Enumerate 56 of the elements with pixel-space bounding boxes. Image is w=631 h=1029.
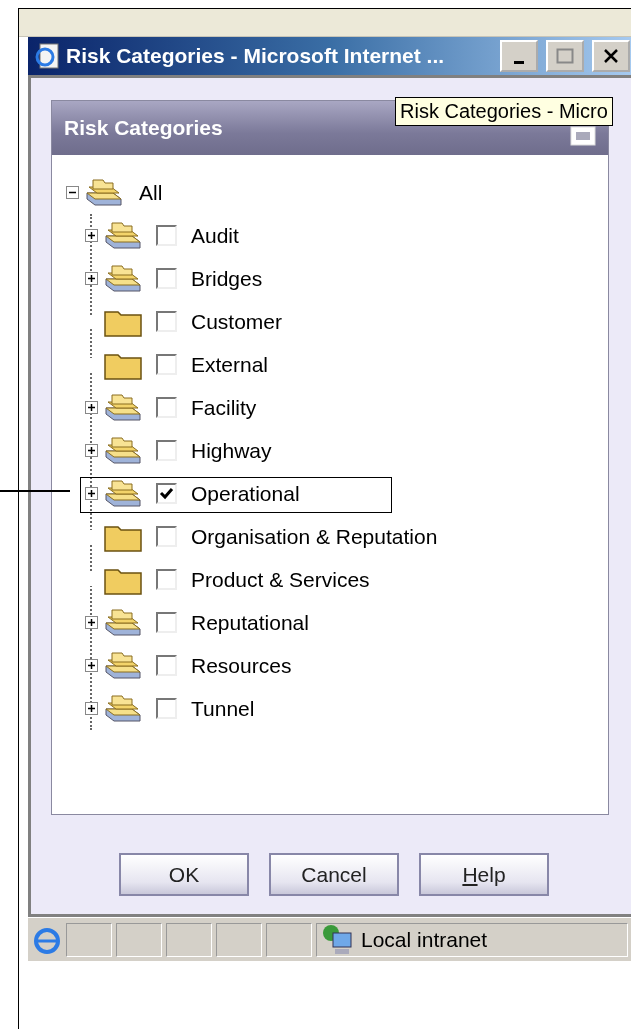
checkbox[interactable] [156,483,177,504]
checkbox[interactable] [156,569,177,590]
check-icon [159,487,174,500]
status-pane [66,922,112,957]
tree-item[interactable]: Bridges [191,266,263,291]
expand-icon[interactable] [85,444,98,457]
status-pane [266,922,312,957]
tree-item[interactable]: Reputational [191,610,309,635]
maximize-button[interactable] [546,40,584,72]
minimize-button[interactable] [500,40,538,72]
zone-label: Local intranet [361,927,488,952]
checkbox[interactable] [156,311,177,332]
tree-item[interactable]: Highway [191,438,272,463]
tree-item[interactable]: Product & Services [191,567,370,592]
minimize-icon [514,60,524,64]
status-pane [116,922,162,957]
tree-item[interactable]: Audit [191,223,239,248]
checkbox[interactable] [156,526,177,547]
expand-icon[interactable] [85,272,98,285]
expand-icon[interactable] [85,229,98,242]
tree-item[interactable]: Tunnel [191,696,255,721]
browser-icon [34,42,60,70]
tree-item[interactable]: Organisation & Reputation [191,524,438,549]
checkbox[interactable] [156,440,177,461]
panel-icon[interactable] [570,126,596,146]
tree-item[interactable]: Operational [191,481,300,506]
window-title: Risk Categories - Microsoft Internet ... [66,44,446,68]
close-button[interactable] [592,40,630,72]
dialog-button[interactable]: Help [419,853,549,896]
panel-title: Risk Categories [64,116,223,140]
expand-icon[interactable] [85,401,98,414]
checkbox[interactable] [156,397,177,418]
collapse-icon[interactable] [66,186,79,199]
dialog-button[interactable]: OK [119,853,249,896]
expand-icon[interactable] [85,616,98,629]
checkbox[interactable] [156,698,177,719]
tree-item[interactable]: All [139,180,163,205]
network-computer-icon [321,922,355,957]
tree-item[interactable]: Resources [191,653,292,678]
tooltip: Risk Categories - Micro [395,97,613,126]
expand-icon[interactable] [85,487,98,500]
dialog-button[interactable]: Cancel [269,853,399,896]
checkbox[interactable] [156,225,177,246]
checkbox[interactable] [156,612,177,633]
tree-item[interactable]: Customer [191,309,283,334]
checkbox[interactable] [156,268,177,289]
close-icon [603,48,619,64]
expand-icon[interactable] [85,659,98,672]
status-pane [216,922,262,957]
tree-item[interactable]: Facility [191,395,257,420]
expand-icon[interactable] [85,702,98,715]
maximize-icon [556,48,574,64]
status-pane [166,922,212,957]
checkbox[interactable] [156,354,177,375]
checkbox[interactable] [156,655,177,676]
tree-item[interactable]: External [191,352,269,377]
